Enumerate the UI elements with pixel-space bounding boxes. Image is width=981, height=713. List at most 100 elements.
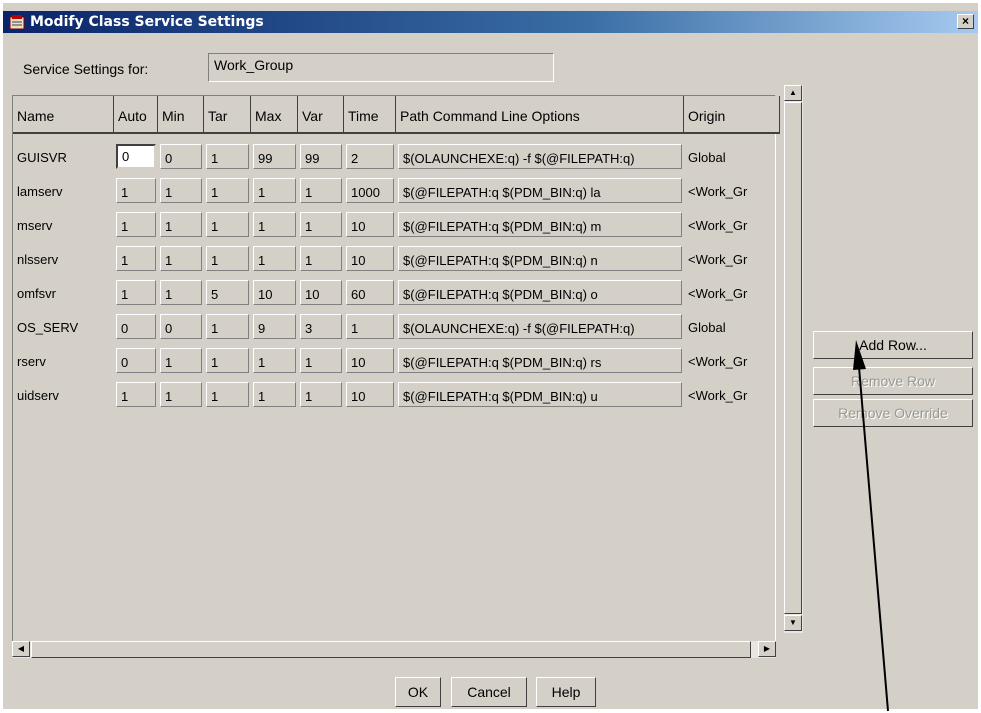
table-cell[interactable]: 0: [160, 144, 202, 169]
table-cell[interactable]: uidserv: [13, 382, 114, 407]
column-header[interactable]: Origin: [684, 96, 780, 134]
table-cell[interactable]: nlsserv: [13, 246, 114, 271]
ok-button[interactable]: OK: [395, 677, 441, 707]
table-cell[interactable]: 99: [253, 144, 296, 169]
table-cell[interactable]: 5: [206, 280, 249, 305]
column-header[interactable]: Path Command Line Options: [396, 96, 684, 134]
column-header[interactable]: Name: [13, 96, 114, 134]
table-cell[interactable]: 9: [253, 314, 296, 339]
table-cell[interactable]: 1: [253, 178, 296, 203]
table-cell[interactable]: <Work_Gr: [684, 212, 780, 237]
table-cell[interactable]: 1: [206, 178, 249, 203]
table-cell[interactable]: 1: [160, 178, 202, 203]
scroll-left-arrow-icon[interactable]: ◀: [12, 641, 30, 657]
table-cell[interactable]: 1: [116, 178, 156, 203]
table-cell[interactable]: $(OLAUNCHEXE:q) -f $(@FILEPATH:q): [398, 314, 682, 339]
table-cell[interactable]: 10: [346, 246, 394, 271]
table-cell[interactable]: 10: [346, 348, 394, 373]
table-cell[interactable]: <Work_Gr: [684, 280, 780, 305]
table-row[interactable]: omfsvr 1 1 5 10 10 60 $(@FILEPATH:q $(PDM_BIN:q…: [13, 280, 783, 306]
table-cell[interactable]: omfsvr: [13, 280, 114, 305]
table-cell[interactable]: 1: [116, 246, 156, 271]
table-cell[interactable]: OS_SERV: [13, 314, 114, 339]
table-cell[interactable]: Global: [684, 144, 780, 169]
scroll-up-arrow-icon[interactable]: ▲: [784, 85, 802, 101]
table-cell[interactable]: 1: [300, 246, 342, 271]
table-cell[interactable]: 10: [346, 382, 394, 407]
table-cell[interactable]: <Work_Gr: [684, 178, 780, 203]
table-cell[interactable]: 1: [253, 382, 296, 407]
table-cell[interactable]: 1: [253, 212, 296, 237]
table-cell[interactable]: 1: [206, 212, 249, 237]
table-cell[interactable]: 0: [160, 314, 202, 339]
table-cell[interactable]: GUISVR: [13, 144, 114, 169]
table-cell[interactable]: 1: [160, 246, 202, 271]
remove-override-button[interactable]: Remove Override: [813, 399, 973, 427]
close-button[interactable]: ×: [957, 14, 974, 29]
table-cell[interactable]: $(@FILEPATH:q $(PDM_BIN:q) m: [398, 212, 682, 237]
table-cell[interactable]: 1: [160, 212, 202, 237]
table-cell[interactable]: 1: [300, 348, 342, 373]
table-cell[interactable]: $(@FILEPATH:q $(PDM_BIN:q) n: [398, 246, 682, 271]
add-row-button[interactable]: Add Row...: [813, 331, 973, 359]
table-cell[interactable]: 10: [300, 280, 342, 305]
table-cell[interactable]: 0: [116, 144, 156, 169]
column-header[interactable]: Min: [158, 96, 204, 134]
vertical-scrollbar[interactable]: ▲ ▼: [784, 85, 803, 633]
table-cell[interactable]: 1: [253, 246, 296, 271]
table-cell[interactable]: rserv: [13, 348, 114, 373]
table-cell[interactable]: 1: [300, 212, 342, 237]
table-cell[interactable]: 1: [206, 348, 249, 373]
scroll-right-arrow-icon[interactable]: ▶: [758, 641, 776, 657]
table-row[interactable]: rserv 0 1 1 1 1 10 $(@FILEPATH:q $(PDM_BIN:q) r…: [13, 348, 783, 374]
column-header[interactable]: Max: [251, 96, 298, 134]
table-cell[interactable]: 1: [160, 382, 202, 407]
table-cell[interactable]: mserv: [13, 212, 114, 237]
column-header[interactable]: Auto: [114, 96, 158, 134]
table-cell[interactable]: $(@FILEPATH:q $(PDM_BIN:q) la: [398, 178, 682, 203]
table-row[interactable]: OS_SERV 0 0 1 9 3 1 $(OLAUNCHEXE:q) -f $(@FILEP…: [13, 314, 783, 340]
table-row[interactable]: mserv 1 1 1 1 1 10 $(@FILEPATH:q $(PDM_BIN:q) m…: [13, 212, 783, 238]
table-cell[interactable]: 1: [160, 348, 202, 373]
table-cell[interactable]: 1000: [346, 178, 394, 203]
table-cell[interactable]: 1: [116, 280, 156, 305]
table-cell[interactable]: 99: [300, 144, 342, 169]
help-button[interactable]: Help: [536, 677, 596, 707]
horizontal-scrollbar[interactable]: ◀ ▶: [12, 641, 776, 658]
scroll-down-arrow-icon[interactable]: ▼: [784, 615, 802, 631]
table-cell[interactable]: <Work_Gr: [684, 246, 780, 271]
column-header[interactable]: Tar: [204, 96, 251, 134]
table-cell[interactable]: 1: [116, 212, 156, 237]
table-cell[interactable]: 3: [300, 314, 342, 339]
table-cell[interactable]: 1: [300, 382, 342, 407]
table-cell[interactable]: <Work_Gr: [684, 348, 780, 373]
table-cell[interactable]: $(@FILEPATH:q $(PDM_BIN:q) u: [398, 382, 682, 407]
vertical-scroll-thumb[interactable]: [784, 102, 802, 614]
table-cell[interactable]: 1: [300, 178, 342, 203]
table-cell[interactable]: 2: [346, 144, 394, 169]
table-row[interactable]: uidserv 1 1 1 1 1 10 $(@FILEPATH:q $(PDM_BIN:q)…: [13, 382, 783, 408]
table-cell[interactable]: Global: [684, 314, 780, 339]
table-cell[interactable]: 1: [206, 246, 249, 271]
table-cell[interactable]: 10: [253, 280, 296, 305]
table-cell[interactable]: lamserv: [13, 178, 114, 203]
table-cell[interactable]: 1: [206, 314, 249, 339]
table-row[interactable]: lamserv 1 1 1 1 1 1000 $(@FILEPATH:q $(PDM_BIN:…: [13, 178, 783, 204]
table-cell[interactable]: $(OLAUNCHEXE:q) -f $(@FILEPATH:q): [398, 144, 682, 169]
column-header[interactable]: Time: [344, 96, 396, 134]
table-cell[interactable]: 1: [206, 144, 249, 169]
remove-row-button[interactable]: Remove Row: [813, 367, 973, 395]
table-cell[interactable]: 10: [346, 212, 394, 237]
table-row[interactable]: nlsserv 1 1 1 1 1 10 $(@FILEPATH:q $(PDM_BIN:q)…: [13, 246, 783, 272]
table-cell[interactable]: 0: [116, 348, 156, 373]
table-cell[interactable]: 1: [206, 382, 249, 407]
column-header[interactable]: Var: [298, 96, 344, 134]
table-cell[interactable]: 1: [253, 348, 296, 373]
table-cell[interactable]: 1: [116, 382, 156, 407]
cancel-button[interactable]: Cancel: [451, 677, 527, 707]
table-cell[interactable]: 1: [346, 314, 394, 339]
table-cell[interactable]: 1: [160, 280, 202, 305]
table-cell[interactable]: <Work_Gr: [684, 382, 780, 407]
table-cell[interactable]: $(@FILEPATH:q $(PDM_BIN:q) o: [398, 280, 682, 305]
table-row[interactable]: GUISVR 0 0 1 99 99 2 $(OLAUNCHEXE:q) -f $(@FILE…: [13, 144, 783, 170]
